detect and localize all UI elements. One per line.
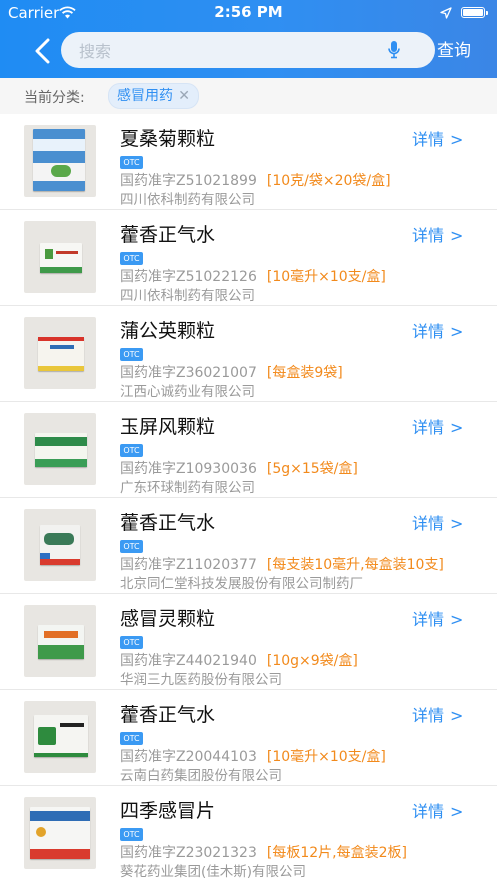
category-bar: 当前分类: 感冒用药 ✕: [0, 78, 497, 114]
product-name: 藿香正气水: [120, 512, 216, 534]
manufacturer: 四川依科制药有限公司: [120, 288, 255, 304]
approval-number: 国药准字Z44021940 [10g×9袋/盒]: [120, 653, 358, 669]
product-image: [24, 413, 96, 485]
package-spec: [每板12片,每盒装2板]: [266, 845, 407, 861]
current-category-label: 当前分类:: [24, 90, 85, 106]
otc-badge: OTC: [120, 828, 143, 841]
package-spec: [10毫升×10支/盒]: [266, 749, 386, 765]
list-item[interactable]: 四季感冒片 OTC 国药准字Z23021323 [每板12片,每盒装2板] 葵花药…: [0, 786, 497, 882]
list-item[interactable]: 藿香正气水 OTC 国药准字Z51022126 [10毫升×10支/盒] 四川依科…: [0, 210, 497, 306]
header: Carrier 2:56 PM 查询: [0, 0, 497, 78]
detail-link[interactable]: 详情 >: [412, 606, 463, 630]
location-arrow-icon: [440, 7, 452, 19]
search-input[interactable]: [77, 32, 381, 70]
package-spec: [10克/袋×20袋/盒]: [266, 173, 391, 189]
close-icon[interactable]: ✕: [178, 84, 190, 108]
product-image: [24, 125, 96, 197]
product-name: 感冒灵颗粒: [120, 608, 216, 630]
detail-link[interactable]: 详情 >: [412, 222, 463, 246]
otc-badge: OTC: [120, 252, 143, 265]
approval-number: 国药准字Z36021007 [每盒装9袋]: [120, 365, 343, 381]
manufacturer: 北京同仁堂科技发展股份有限公司制药厂: [120, 576, 363, 592]
detail-link[interactable]: 详情 >: [412, 702, 463, 726]
approval-number: 国药准字Z51021899 [10克/袋×20袋/盒]: [120, 173, 391, 189]
category-tag-label: 感冒用药: [117, 88, 173, 104]
chevron-right-icon: >: [450, 802, 464, 821]
otc-badge: OTC: [120, 156, 143, 169]
product-image: [24, 605, 96, 677]
status-bar: Carrier 2:56 PM: [0, 0, 497, 26]
battery-icon: [461, 7, 488, 18]
manufacturer: 广东环球制药有限公司: [120, 480, 255, 496]
product-image: [24, 221, 96, 293]
product-image: [24, 509, 96, 581]
chevron-right-icon: >: [450, 226, 464, 245]
chevron-right-icon: >: [450, 514, 464, 533]
category-tag[interactable]: 感冒用药 ✕: [108, 83, 199, 109]
list-item[interactable]: 夏桑菊颗粒 OTC 国药准字Z51021899 [10克/袋×20袋/盒] 四川依…: [0, 114, 497, 210]
otc-badge: OTC: [120, 444, 143, 457]
detail-link[interactable]: 详情 >: [412, 798, 463, 822]
approval-number: 国药准字Z23021323 [每板12片,每盒装2板]: [120, 845, 407, 861]
approval-number: 国药准字Z51022126 [10毫升×10支/盒]: [120, 269, 386, 285]
manufacturer: 云南白药集团股份有限公司: [120, 768, 282, 784]
back-arrow-icon[interactable]: [32, 38, 54, 64]
chevron-right-icon: >: [450, 130, 464, 149]
detail-link[interactable]: 详情 >: [412, 414, 463, 438]
product-image: [24, 701, 96, 773]
list-item[interactable]: 蒲公英颗粒 OTC 国药准字Z36021007 [每盒装9袋] 江西心诚药业有限公…: [0, 306, 497, 402]
otc-badge: OTC: [120, 540, 143, 553]
detail-link[interactable]: 详情 >: [412, 126, 463, 150]
package-spec: [每支装10毫升,每盒装10支]: [266, 557, 444, 573]
manufacturer: 四川依科制药有限公司: [120, 192, 255, 208]
approval-number: 国药准字Z20044103 [10毫升×10支/盒]: [120, 749, 386, 765]
list-item[interactable]: 藿香正气水 OTC 国药准字Z20044103 [10毫升×10支/盒] 云南白药…: [0, 690, 497, 786]
otc-badge: OTC: [120, 636, 143, 649]
product-name: 夏桑菊颗粒: [120, 128, 216, 150]
product-name: 藿香正气水: [120, 224, 216, 246]
chevron-right-icon: >: [450, 322, 464, 341]
chevron-right-icon: >: [450, 610, 464, 629]
product-name: 玉屏风颗粒: [120, 416, 216, 438]
chevron-right-icon: >: [450, 706, 464, 725]
package-spec: [每盒装9袋]: [266, 365, 343, 381]
detail-link[interactable]: 详情 >: [412, 510, 463, 534]
clock: 2:56 PM: [214, 3, 283, 21]
otc-badge: OTC: [120, 348, 143, 361]
microphone-icon[interactable]: [388, 41, 400, 59]
product-name: 蒲公英颗粒: [120, 320, 216, 342]
query-button[interactable]: 查询: [437, 38, 477, 64]
product-list: 夏桑菊颗粒 OTC 国药准字Z51021899 [10克/袋×20袋/盒] 四川依…: [0, 114, 497, 882]
list-item[interactable]: 感冒灵颗粒 OTC 国药准字Z44021940 [10g×9袋/盒] 华润三九医药…: [0, 594, 497, 690]
product-image: [24, 797, 96, 869]
package-spec: [10毫升×10支/盒]: [266, 269, 386, 285]
product-name: 四季感冒片: [120, 800, 216, 822]
package-spec: [10g×9袋/盒]: [266, 653, 358, 669]
list-item[interactable]: 玉屏风颗粒 OTC 国药准字Z10930036 [5g×15袋/盒] 广东环球制药…: [0, 402, 497, 498]
approval-number: 国药准字Z10930036 [5g×15袋/盒]: [120, 461, 358, 477]
manufacturer: 华润三九医药股份有限公司: [120, 672, 282, 688]
manufacturer: 葵花药业集团(佳木斯)有限公司: [120, 864, 307, 880]
search-box: [61, 32, 435, 70]
detail-link[interactable]: 详情 >: [412, 318, 463, 342]
otc-badge: OTC: [120, 732, 143, 745]
chevron-right-icon: >: [450, 418, 464, 437]
approval-number: 国药准字Z11020377 [每支装10毫升,每盒装10支]: [120, 557, 444, 573]
manufacturer: 江西心诚药业有限公司: [120, 384, 255, 400]
package-spec: [5g×15袋/盒]: [266, 461, 358, 477]
list-item[interactable]: 藿香正气水 OTC 国药准字Z11020377 [每支装10毫升,每盒装10支] …: [0, 498, 497, 594]
product-image: [24, 317, 96, 389]
product-name: 藿香正气水: [120, 704, 216, 726]
